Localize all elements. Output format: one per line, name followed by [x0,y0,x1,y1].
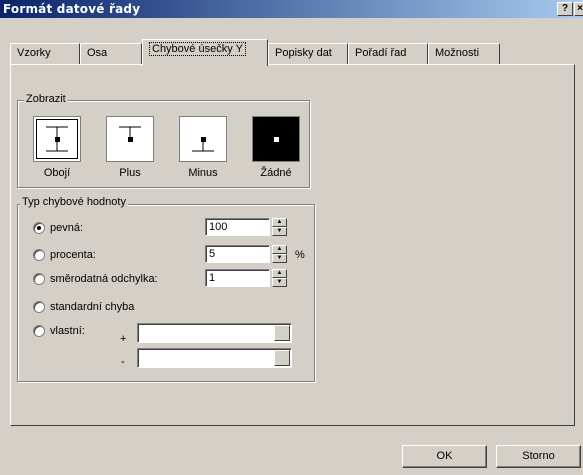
percent-label: procenta: [50,249,96,261]
spin-down-icon[interactable]: ▼ [272,227,287,236]
error-bar-minus-icon [192,137,214,152]
stderr-label: standardní chyba [50,301,135,313]
display-group-label: Zobrazit [24,93,68,105]
fixed-spinner[interactable]: ▲ ▼ [272,218,287,236]
radio-custom[interactable] [33,325,45,337]
range-picker-icon[interactable] [274,350,290,366]
spin-down-icon[interactable]: ▼ [272,278,287,287]
radio-stderr[interactable] [33,301,45,313]
tab-error-bars-y[interactable]: Chybové úsečky Y [142,39,268,66]
display-both-label: Obojí [43,167,71,179]
close-button[interactable]: × [574,2,583,16]
radio-fixed[interactable] [33,222,45,234]
display-minus-option[interactable] [179,116,227,162]
minus-sign: - [121,356,125,368]
tab-options[interactable]: Možnosti [428,43,500,64]
tab-vzorky[interactable]: Vzorky [10,43,80,64]
stddev-spinner[interactable]: ▲ ▼ [272,269,287,287]
error-bar-plus-icon [119,126,141,142]
fixed-value-input[interactable]: 100 [205,218,270,236]
value-type-group-label: Typ chybové hodnoty [20,196,128,208]
display-both-option[interactable] [33,116,81,162]
fixed-label: pevná: [50,222,84,234]
custom-plus-input[interactable] [137,323,292,343]
tab-label: Popisky dat [275,47,332,59]
tab-osa[interactable]: Osa [80,43,142,64]
display-plus-label: Plus [119,167,141,179]
tab-label: Možnosti [435,47,480,59]
tab-data-labels[interactable]: Popisky dat [268,43,348,64]
radio-stddev[interactable] [33,273,45,285]
tab-label: Vzorky [17,47,51,59]
dialog-window: Formát datové řady ? × Vzorky Osa Chybov… [0,0,583,475]
plus-sign: + [120,333,127,345]
display-minus-label: Minus [188,167,218,179]
spin-up-icon[interactable]: ▲ [272,245,287,254]
tab-label: Chybové úsečky Y [149,42,246,56]
spin-up-icon[interactable]: ▲ [272,269,287,278]
error-bar-none-icon [274,137,279,142]
display-none-label: Žádné [260,167,292,179]
radio-percent[interactable] [33,249,45,261]
title-bar: Formát datové řady ? × [0,0,583,18]
display-plus-option[interactable] [106,116,154,162]
window-title: Formát datové řady [3,2,141,16]
cancel-button[interactable]: Storno [496,445,581,468]
stddev-value-input[interactable]: 1 [205,269,270,287]
custom-minus-input[interactable] [137,348,292,368]
ok-button[interactable]: OK [402,445,487,468]
error-bar-both-icon [46,126,68,152]
stddev-label: směrodatná odchylka: [50,273,158,285]
percent-unit: % [295,249,305,261]
custom-label: vlastní: [50,325,85,337]
spin-down-icon[interactable]: ▼ [272,254,287,263]
percent-spinner[interactable]: ▲ ▼ [272,245,287,263]
tab-series-order[interactable]: Pořadí řad [348,43,428,64]
spin-up-icon[interactable]: ▲ [272,218,287,227]
tab-label: Osa [87,47,108,59]
percent-value-input[interactable]: 5 [205,245,270,263]
display-none-option[interactable] [252,116,300,162]
range-picker-icon[interactable] [274,325,290,341]
tab-label: Pořadí řad [355,47,407,59]
help-button[interactable]: ? [557,2,573,16]
